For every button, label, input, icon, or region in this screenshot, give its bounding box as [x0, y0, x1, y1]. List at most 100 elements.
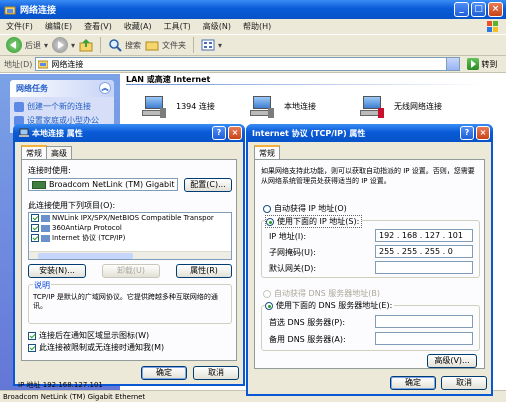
show-icon-checkbox[interactable]: 连接后在通知区域显示图标(W): [28, 330, 149, 341]
back-arrow-icon: [6, 37, 22, 53]
maximize-button[interactable]: □: [471, 2, 486, 17]
adapter-name: Broadcom NetLink (TM) Gigabit: [49, 180, 175, 189]
auto-dns-radio[interactable]: 自动获得 DNS 服务器地址(B): [263, 288, 380, 299]
lan-properties-title: 本地连接 属性: [32, 128, 83, 138]
items-label: 此连接使用下列项目(O):: [28, 201, 116, 210]
address-bar: 地址(D) 网络连接 转到: [0, 56, 506, 73]
address-dropdown-button[interactable]: [446, 58, 460, 70]
close-button[interactable]: ×: [476, 126, 490, 140]
views-button[interactable]: ▾: [201, 39, 222, 51]
tcpip-intro-text: 如果网络支持此功能，则可以获取自动指派的 IP 设置。否则，您需要从网络系统管理…: [261, 167, 475, 185]
connection-local[interactable]: 本地连接: [250, 94, 316, 118]
network-tasks-header[interactable]: 网络任务 ︽: [10, 80, 114, 97]
item-checkbox[interactable]: [31, 214, 39, 222]
chevron-down-icon: ▾: [44, 40, 49, 50]
lan-properties-title-bar[interactable]: 本地连接 属性 ? ×: [13, 124, 245, 142]
description-group: 说明 TCP/IP 是默认的广域网协议。它提供跨越多种互联网络的通讯。: [28, 280, 232, 324]
checkbox-box[interactable]: [28, 343, 36, 352]
search-icon: [109, 39, 122, 52]
help-button[interactable]: ?: [460, 126, 474, 140]
address-input[interactable]: 网络连接: [35, 57, 461, 71]
back-button[interactable]: 后退 ▾: [6, 37, 48, 53]
radio-dot[interactable]: [265, 301, 273, 310]
item-checkbox[interactable]: [31, 224, 39, 232]
connection-1394[interactable]: 1394 连接: [142, 94, 215, 118]
toolbar-separator: [100, 37, 102, 53]
menu-file[interactable]: 文件(F): [6, 21, 33, 32]
menu-bar: 文件(F) 编辑(E) 查看(V) 收藏(A) 工具(T) 高级(N) 帮助(H…: [0, 19, 506, 34]
subnet-mask-field[interactable]: 255 . 255 . 255 . 0: [375, 245, 473, 258]
explorer-title-bar[interactable]: 网络连接 _ □ ×: [0, 0, 506, 19]
forward-button[interactable]: ▾: [52, 37, 75, 53]
menu-help[interactable]: 帮助(H): [243, 21, 271, 32]
list-item-label: NWLink IPX/SPX/NetBIOS Compatible Transp…: [52, 214, 214, 222]
cancel-button[interactable]: 取消: [193, 366, 239, 380]
properties-button[interactable]: 属性(R): [176, 264, 232, 278]
task-create-connection[interactable]: 创建一个新的连接: [14, 101, 110, 112]
connection-label: 本地连接: [284, 101, 316, 111]
item-checkbox[interactable]: [31, 234, 39, 242]
minimize-button[interactable]: _: [454, 2, 469, 17]
go-label: 转到: [481, 59, 498, 69]
radio-dot[interactable]: [263, 204, 271, 213]
menu-favorites[interactable]: 收藏(A): [124, 21, 152, 32]
radio-dot[interactable]: [266, 217, 274, 226]
radio-dot[interactable]: [263, 289, 271, 298]
task-link-label: 创建一个新的连接: [27, 102, 91, 111]
notify-checkbox[interactable]: 此连接被限制或无连接时通知我(M): [28, 342, 164, 353]
chevron-down-icon: ▾: [71, 40, 76, 50]
help-button[interactable]: ?: [212, 126, 226, 140]
close-button[interactable]: ×: [228, 126, 242, 140]
menu-advanced[interactable]: 高级(N): [203, 21, 231, 32]
collapse-icon[interactable]: ︽: [99, 82, 111, 94]
radio-label: 使用下面的 DNS 服务器地址(E):: [276, 301, 393, 310]
alternate-dns-label: 备用 DNS 服务器(A):: [269, 335, 346, 344]
lan-properties-dialog: 本地连接 属性 ? × 常规 高级 连接时使用: Broadcom NetLin…: [13, 124, 245, 386]
menu-tools[interactable]: 工具(T): [164, 21, 191, 32]
cancel-button[interactable]: 取消: [441, 376, 487, 390]
menu-edit[interactable]: 编辑(E): [45, 21, 72, 32]
scrollbar-thumb[interactable]: [38, 253, 133, 259]
components-list[interactable]: NWLink IPX/SPX/NetBIOS Compatible Transp…: [28, 212, 232, 260]
preferred-dns-field[interactable]: [375, 315, 473, 328]
horizontal-scrollbar[interactable]: [29, 251, 231, 259]
lan-ip-status-text: IP 地址 192.168.127.101: [18, 381, 103, 389]
address-label: 地址(D): [4, 59, 33, 69]
network-adapter-icon: [32, 180, 46, 189]
ip-address-field[interactable]: 192 . 168 . 127 . 101: [375, 229, 473, 242]
group-divider: [126, 84, 486, 85]
ok-button[interactable]: 确定: [390, 376, 436, 390]
folders-icon: [145, 41, 159, 51]
ok-button[interactable]: 确定: [141, 366, 187, 380]
uninstall-button[interactable]: 卸载(U): [102, 264, 160, 278]
static-dns-radio[interactable]: 使用下面的 DNS 服务器地址(E):: [265, 300, 395, 311]
auto-ip-radio[interactable]: 自动获得 IP 地址(O): [263, 203, 347, 214]
folders-button[interactable]: 文件夹: [145, 38, 186, 52]
close-button[interactable]: ×: [488, 2, 503, 17]
install-button[interactable]: 安装(N)...: [28, 264, 86, 278]
list-item[interactable]: Internet 协议 (TCP/IP): [29, 233, 231, 243]
adapter-field: Broadcom NetLink (TM) Gigabit: [28, 178, 178, 191]
static-ip-radio[interactable]: 使用下面的 IP 地址(S):: [265, 215, 363, 228]
description-text: TCP/IP 是默认的广域网协议。它提供跨越多种互联网络的通讯。: [33, 293, 218, 310]
alternate-dns-field[interactable]: [375, 332, 473, 345]
menu-view[interactable]: 查看(V): [84, 21, 112, 32]
tcpip-title: Internet 协议 (TCP/IP) 属性: [252, 128, 366, 138]
go-button[interactable]: 转到: [467, 58, 497, 70]
search-button[interactable]: 搜索: [108, 38, 141, 52]
gateway-field[interactable]: [375, 261, 473, 274]
network-folder-icon: [4, 6, 16, 14]
checkbox-box[interactable]: [28, 331, 36, 340]
toolbar-separator: [193, 37, 195, 53]
network-folder-icon: [38, 60, 49, 69]
folders-label: 文件夹: [162, 40, 187, 50]
advanced-button[interactable]: 高级(V)...: [427, 354, 477, 368]
list-item[interactable]: NWLink IPX/SPX/NetBIOS Compatible Transp…: [29, 213, 231, 223]
connection-wireless[interactable]: 无线网络连接: [360, 94, 442, 118]
radio-label: 使用下面的 IP 地址(S):: [277, 217, 360, 226]
up-button[interactable]: [79, 38, 93, 52]
configure-button[interactable]: 配置(C)...: [184, 178, 232, 192]
address-value: 网络连接: [51, 59, 84, 69]
list-item[interactable]: 360AntiArp Protocol: [29, 223, 231, 233]
tcpip-title-bar[interactable]: Internet 协议 (TCP/IP) 属性 ? ×: [246, 124, 493, 142]
